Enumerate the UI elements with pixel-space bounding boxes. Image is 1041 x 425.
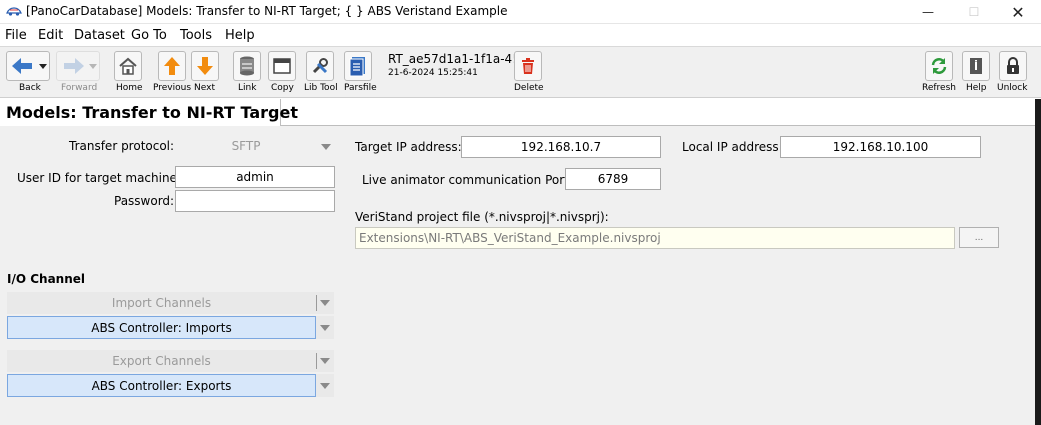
help-button[interactable] [962, 51, 990, 81]
forward-arrow-icon [64, 58, 97, 74]
project-file-label: VeriStand project file (*.nivsproj|*.niv… [355, 210, 609, 224]
close-button[interactable]: ✕ [995, 0, 1041, 24]
delete-label: Delete [514, 83, 544, 93]
copy-window-icon [273, 58, 291, 74]
header-separator [316, 353, 317, 369]
refresh-button[interactable] [925, 51, 953, 81]
home-icon [119, 57, 137, 75]
unlock-button[interactable] [999, 51, 1027, 81]
import-channels-header[interactable]: Import Channels [7, 292, 334, 314]
window-title: [PanoCarDatabase] Models: Transfer to NI… [26, 4, 508, 18]
database-link-icon [240, 56, 254, 76]
export-channels-group: Export Channels ABS Controller: Exports [7, 350, 334, 398]
menu-file[interactable]: File [5, 28, 27, 43]
export-channels-header-label: Export Channels [112, 354, 211, 368]
target-ip-field[interactable]: 192.168.10.7 [461, 136, 661, 158]
transfer-protocol-value: SFTP [231, 139, 261, 153]
port-label: Live animator communication Port: [362, 173, 573, 187]
previous-label: Previous [153, 83, 192, 93]
menu-help[interactable]: Help [225, 28, 255, 43]
target-ip-label: Target IP address: [355, 140, 462, 154]
local-ip-field[interactable]: 192.168.10.100 [780, 136, 981, 158]
menu-bar: File Edit Dataset Go To Tools Help [0, 26, 1041, 46]
back-arrow-icon [12, 58, 47, 74]
user-id-field[interactable]: admin [175, 166, 335, 188]
menu-edit[interactable]: Edit [38, 28, 63, 43]
local-ip-label: Local IP address: [682, 140, 783, 154]
tools-icon [312, 58, 328, 74]
chevron-down-icon [321, 144, 331, 150]
header-separator [316, 295, 317, 311]
project-file-field[interactable]: Extensions\NI-RT\ABS_VeriStand_Example.n… [355, 227, 955, 249]
arrow-up-icon [164, 57, 180, 75]
export-channel-item[interactable]: ABS Controller: Exports [7, 374, 316, 397]
panel-title: Models: Transfer to NI-RT Target [0, 99, 298, 126]
back-label: Back [19, 83, 41, 93]
forward-label: Forward [61, 83, 98, 93]
parsfile-label: Parsfile [344, 83, 377, 93]
browse-button[interactable]: ... [959, 227, 999, 248]
transfer-protocol-select[interactable]: SFTP [176, 135, 336, 157]
refresh-icon [931, 58, 947, 74]
chevron-down-icon [320, 383, 330, 389]
export-channels-header[interactable]: Export Channels [7, 350, 334, 372]
record-date: 21-6-2024 15:25:41 [388, 68, 478, 78]
forward-button[interactable] [56, 51, 100, 81]
link-label: Link [238, 83, 257, 93]
chevron-down-icon [320, 358, 330, 364]
user-id-label: User ID for target machine: [17, 171, 181, 185]
password-label: Password: [114, 194, 175, 208]
previous-button[interactable] [158, 51, 186, 81]
next-button[interactable] [191, 51, 219, 81]
back-button[interactable] [6, 51, 50, 81]
parsfile-button[interactable] [344, 51, 372, 81]
transfer-protocol-label: Transfer protocol: [69, 139, 175, 153]
import-channel-dropdown[interactable] [316, 316, 334, 339]
minimize-button[interactable]: — [905, 0, 951, 24]
lib-tool-button[interactable] [306, 51, 334, 81]
password-field[interactable] [175, 190, 335, 212]
parsfile-icon [349, 57, 365, 77]
toolbar: Back Forward Home Previous Next Link Cop… [0, 46, 1041, 98]
chevron-down-icon [320, 325, 330, 331]
record-name: RT_ae57d1a1-1f1a-4! [388, 52, 517, 66]
io-channel-title: I/O Channel [7, 272, 86, 286]
export-channel-dropdown[interactable] [316, 374, 334, 397]
import-channels-header-label: Import Channels [111, 296, 212, 310]
link-button[interactable] [233, 51, 261, 81]
copy-label: Copy [271, 83, 294, 93]
unlock-label: Unlock [997, 83, 1028, 93]
copy-button[interactable] [268, 51, 296, 81]
port-field[interactable]: 6789 [565, 168, 661, 190]
refresh-label: Refresh [922, 83, 956, 93]
lock-icon [1007, 57, 1019, 74]
delete-button[interactable] [514, 51, 542, 81]
content-area: Transfer protocol: SFTP User ID for targ… [0, 126, 1035, 425]
home-button[interactable] [114, 51, 142, 81]
car-app-icon [6, 7, 22, 16]
title-bar: [PanoCarDatabase] Models: Transfer to NI… [0, 0, 1041, 24]
import-channel-item[interactable]: ABS Controller: Imports [7, 316, 316, 339]
window-edge [1035, 99, 1041, 425]
help-book-icon [970, 58, 982, 74]
menu-dataset[interactable]: Dataset [74, 28, 125, 43]
home-label: Home [116, 83, 143, 93]
chevron-down-icon [320, 300, 330, 306]
lib-tool-label: Lib Tool [304, 83, 338, 93]
import-channels-group: Import Channels ABS Controller: Imports [7, 292, 334, 340]
menu-goto[interactable]: Go To [131, 28, 167, 43]
maximize-button[interactable]: ☐ [951, 0, 997, 24]
arrow-down-icon [197, 57, 213, 75]
trash-icon [522, 58, 534, 74]
help-label: Help [966, 83, 987, 93]
next-label: Next [194, 83, 215, 93]
menu-tools[interactable]: Tools [180, 28, 212, 43]
